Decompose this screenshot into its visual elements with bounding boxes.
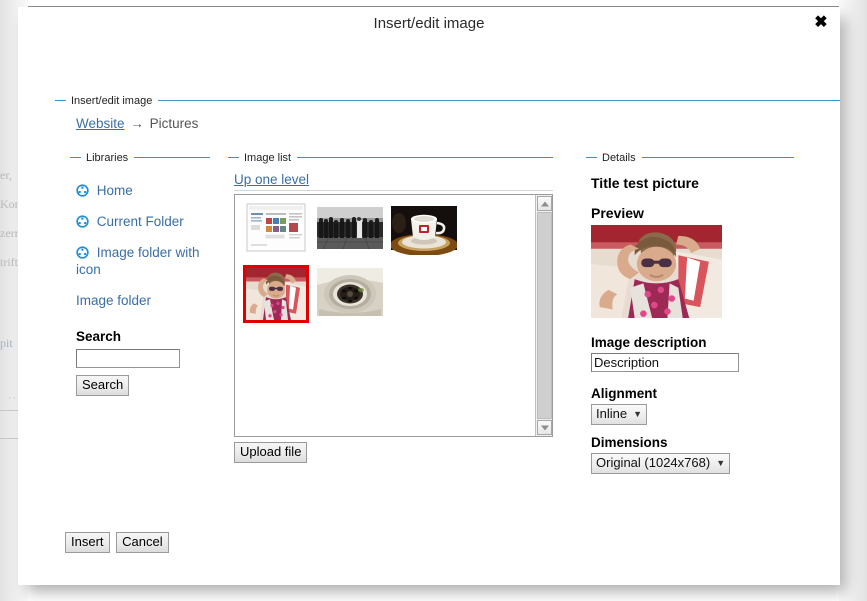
details-legend-label: Details [602, 152, 636, 164]
alignment-select[interactable]: Inline ▼ [591, 404, 647, 425]
details-fieldset: Details [586, 151, 794, 164]
scroll-up-icon[interactable] [537, 196, 552, 211]
alignment-selected-value: Inline [596, 406, 627, 422]
fieldset-rule [642, 157, 794, 158]
image-list-rule [234, 190, 553, 191]
insert-edit-image-dialog: Insert/edit image ✖ Insert/edit image We… [18, 7, 840, 585]
fieldset-legend-label: Insert/edit image [71, 95, 152, 107]
fieldset-dash [228, 157, 239, 158]
sidebar-item-image-folder-with-icon[interactable]: Image folder with icon [76, 244, 214, 278]
thumbnail-woman-on-boat[interactable] [243, 265, 309, 323]
breadcrumb-current-pictures: Pictures [150, 116, 199, 131]
dialog-title: Insert/edit image [18, 15, 840, 32]
fieldset-rule [297, 157, 553, 158]
search-block: Search Search [76, 329, 216, 396]
chevron-down-icon: ▼ [716, 459, 725, 468]
background-text-fragment: zerr [0, 226, 19, 241]
sidebar-item-label: Image folder [76, 293, 151, 308]
background-text-fragment: er, [0, 168, 12, 183]
breadcrumb-link-website[interactable]: Website [76, 116, 125, 131]
background-text-fragment: trift [0, 255, 18, 270]
sidebar-item-label: Current Folder [97, 214, 184, 229]
folder-target-icon [76, 184, 89, 197]
folder-target-icon [76, 246, 89, 259]
sidebar-item-label: Home [97, 183, 133, 198]
search-input[interactable] [76, 349, 180, 368]
dimensions-select[interactable]: Original (1024x768) ▼ [591, 453, 730, 474]
background-right-gutter [839, 0, 867, 601]
close-icon[interactable]: ✖ [811, 13, 831, 33]
fieldset-dash [55, 100, 66, 101]
fieldset-dash [70, 157, 81, 158]
image-description-heading: Image description [591, 335, 707, 350]
footer-buttons: Insert Cancel [65, 532, 172, 553]
sidebar-item-image-folder[interactable]: Image folder [76, 292, 214, 309]
upload-file-button[interactable]: Upload file [234, 442, 307, 463]
image-list-fieldset: Image list [228, 151, 553, 164]
libraries-legend-label: Libraries [86, 152, 128, 164]
thumbnail-panel [234, 194, 553, 437]
cancel-button[interactable]: Cancel [116, 532, 168, 553]
thumbnail-black-and-white-crowd[interactable] [317, 201, 383, 255]
scroll-down-icon[interactable] [537, 420, 552, 435]
search-button[interactable]: Search [76, 375, 129, 396]
thumbnail-espresso-cup[interactable] [391, 201, 457, 255]
thumbnail-webpage-screenshot[interactable] [243, 201, 309, 255]
thumbnail-sink-drain[interactable] [317, 265, 383, 319]
thumbnail-grid [235, 195, 534, 436]
dimensions-heading: Dimensions [591, 435, 668, 450]
libraries-list: Home Current Folder [76, 182, 214, 325]
alignment-heading: Alignment [591, 386, 657, 401]
scrollbar-thumb[interactable] [537, 212, 552, 419]
sidebar-item-home[interactable]: Home [76, 182, 214, 199]
image-list-legend-label: Image list [244, 152, 291, 164]
breadcrumb: Website → Pictures [76, 116, 198, 131]
fieldset-dash [586, 157, 597, 158]
sidebar-item-current-folder[interactable]: Current Folder [76, 213, 214, 230]
preview-image [591, 225, 722, 318]
breadcrumb-arrow-icon: → [130, 116, 144, 131]
chevron-down-icon: ▼ [633, 410, 642, 419]
folder-target-icon [76, 215, 89, 228]
sidebar-item-label: Image folder with icon [76, 245, 200, 277]
preview-heading: Preview [591, 205, 644, 221]
libraries-fieldset: Libraries [70, 151, 210, 164]
details-title: Title test picture [591, 175, 699, 191]
thumbnail-scrollbar[interactable] [535, 195, 552, 436]
insert-button[interactable]: Insert [65, 532, 110, 553]
insert-edit-image-fieldset: Insert/edit image [55, 94, 840, 107]
fieldset-rule [134, 157, 210, 158]
up-one-level-link[interactable]: Up one level [234, 172, 309, 187]
search-heading: Search [76, 329, 216, 344]
fieldset-rule [158, 100, 840, 101]
dialog-titlebar: Insert/edit image ✖ [18, 7, 840, 44]
dimensions-selected-value: Original (1024x768) [596, 455, 710, 471]
background-link-fragment: pit [0, 336, 13, 351]
image-description-input[interactable] [591, 353, 739, 372]
